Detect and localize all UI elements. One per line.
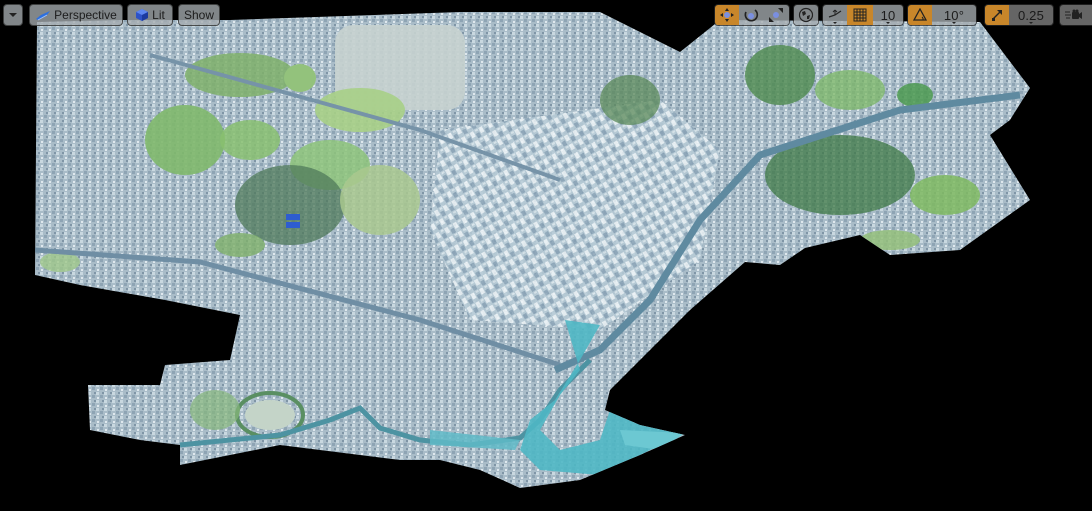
grid-snap-caret	[886, 22, 890, 24]
scale-snap-value-dropdown[interactable]: 0.25	[1009, 5, 1053, 25]
scale-mode-button[interactable]	[763, 5, 789, 25]
scale-snap-icon	[992, 10, 1002, 21]
viewport-right-toolbar: 10 10° 0.25	[714, 3, 1092, 27]
viewport-left-toolbar: Perspective Lit Show	[3, 3, 220, 27]
rotate-icon	[744, 9, 759, 22]
perspective-icon	[36, 11, 51, 21]
lit-cube-icon	[136, 9, 149, 21]
lit-label: Lit	[152, 8, 165, 22]
surface-snap-icon	[828, 9, 842, 18]
coordinate-space-button[interactable]	[794, 5, 818, 25]
viewport-options-button[interactable]	[3, 4, 23, 26]
camera-speed-button[interactable]: 4	[1060, 5, 1092, 25]
camera-speed-group: 4	[1059, 4, 1092, 26]
surface-snap-dropdown-caret	[833, 22, 837, 24]
perspective-label: Perspective	[54, 8, 117, 22]
angle-icon	[913, 8, 927, 21]
surface-snap-button[interactable]	[823, 5, 847, 25]
rotation-snap-group: 10°	[907, 4, 977, 26]
rotation-snap-value-dropdown[interactable]: 10°	[932, 5, 976, 25]
move-arrows-icon	[720, 8, 734, 22]
rotate-mode-button[interactable]	[739, 5, 763, 25]
transform-mode-group	[714, 4, 790, 26]
globe-icon	[798, 7, 814, 23]
scale-snap-toggle[interactable]	[985, 5, 1009, 25]
rotation-snap-value: 10°	[943, 7, 965, 23]
grid-snap-group: 10	[822, 4, 904, 26]
grid-snap-value-dropdown[interactable]: 10	[873, 5, 903, 25]
scale-snap-caret	[1029, 22, 1033, 24]
grid-snap-toggle[interactable]	[847, 5, 873, 25]
scale-snap-value: 0.25	[1017, 7, 1045, 23]
rotation-snap-caret	[952, 22, 956, 24]
scale-arrows-icon	[769, 8, 783, 22]
chevron-down-icon	[9, 13, 17, 17]
scale-snap-group: 0.25	[984, 4, 1054, 26]
translate-mode-button[interactable]	[715, 5, 739, 25]
perspective-button[interactable]: Perspective	[29, 4, 123, 26]
grid-snap-value: 10	[880, 7, 896, 23]
grid-icon	[853, 8, 867, 22]
city-mesh	[35, 12, 1030, 488]
coordinate-space-group	[793, 4, 819, 26]
lit-view-mode-button[interactable]: Lit	[127, 4, 173, 26]
show-button[interactable]: Show	[178, 4, 220, 26]
camera-speed-icon	[1065, 9, 1083, 19]
level-viewport[interactable]	[0, 0, 1092, 511]
rotation-snap-toggle[interactable]	[908, 5, 932, 25]
show-label: Show	[183, 8, 215, 22]
